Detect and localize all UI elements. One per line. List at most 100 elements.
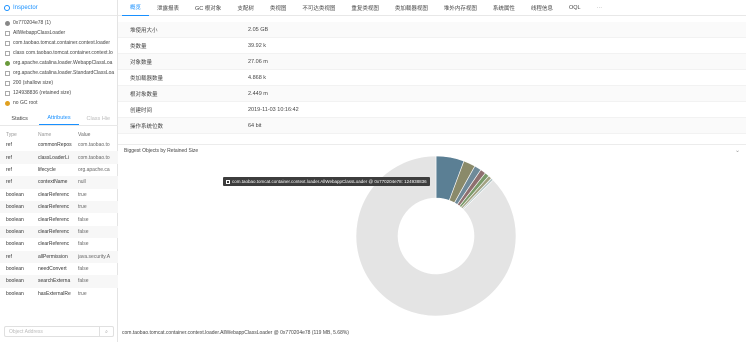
cell-type: boolean: [6, 204, 24, 211]
cell-type: boolean: [6, 216, 24, 223]
object-detail-row[interactable]: no GC root: [0, 98, 117, 108]
cell-value: org.apache.ca: [78, 166, 110, 173]
object-detail-row[interactable]: 0x770204e78 (1): [0, 18, 117, 28]
object-detail-row[interactable]: 200 (shallow size): [0, 78, 117, 88]
object-icon: [5, 20, 10, 26]
cell-value: false: [78, 216, 89, 223]
info-value: 39.92 k: [248, 42, 267, 49]
biggest-objects-title: Biggest Objects by Retained Size: [124, 147, 199, 154]
tab-5[interactable]: 不可达类视图: [294, 0, 343, 16]
info-row: 操作系统位数 64 bit: [118, 118, 746, 134]
info-key: 类加载器数量: [130, 75, 164, 82]
object-detail-label: AllWebappClassLoader: [13, 30, 66, 36]
info-row: 堆使用大小 2.05 GB: [118, 22, 746, 38]
cell-type: ref: [6, 179, 12, 186]
size-icon: [5, 90, 10, 96]
table-row[interactable]: boolean clearReferenc false: [0, 213, 118, 225]
table-row[interactable]: boolean clearReferenc false: [0, 225, 118, 239]
cell-type: boolean: [6, 266, 24, 273]
attributes-table-header: Type Name Value: [0, 130, 118, 139]
tab-6[interactable]: 重复类视图: [343, 0, 387, 16]
info-value: 64 bit: [248, 122, 262, 129]
table-row[interactable]: boolean searchExterna false: [0, 275, 118, 288]
inspector-title: Inspector: [13, 4, 38, 11]
info-value: 2019-11-03 10:16:42: [248, 106, 299, 113]
info-row: 类加载器数量 4.868 k: [118, 70, 746, 86]
object-detail-label: class com.taobao.tomcat.container.contex…: [13, 50, 113, 56]
info-key: 堆使用大小: [130, 27, 158, 34]
info-value: 2.449 m: [248, 90, 268, 97]
cell-type: boolean: [6, 290, 24, 297]
table-row[interactable]: boolean needConvert false: [0, 263, 118, 275]
overview-info-table: 堆使用大小 2.05 GB 类数量 39.92 k 对象数量 27.06 m 类加载器数量 4…: [118, 16, 746, 134]
object-detail-list: 0x770204e78 (1) AllWebappClassLoader com.t…: [0, 16, 117, 110]
chevron-down-icon[interactable]: ⌄: [735, 147, 740, 154]
class-icon: [5, 30, 10, 36]
attributes-table: Type Name Value ref commonRepos com.taobao…: [0, 130, 118, 300]
cell-type: boolean: [6, 278, 24, 285]
table-row[interactable]: boolean clearReferenc true: [0, 200, 118, 214]
tab-0[interactable]: 概览: [122, 0, 150, 16]
inspector-panel: Inspector 0x770204e78 (1) AllWebappClassL…: [0, 0, 118, 342]
subtab-class-hie[interactable]: Class Hie: [79, 112, 118, 125]
tab-2[interactable]: GC 根对象: [187, 0, 229, 16]
table-row[interactable]: ref commonRepos com.taobao.to: [0, 139, 118, 151]
cell-name: contextName: [38, 179, 68, 186]
subtab-attributes[interactable]: Attributes: [39, 112, 79, 125]
cell-type: boolean: [6, 241, 24, 248]
class-icon: [5, 50, 10, 56]
cell-name: allPermission: [38, 253, 68, 260]
object-detail-row[interactable]: 124938836 (retained size): [0, 88, 117, 98]
table-row[interactable]: ref classLoaderLi com.taobao.to: [0, 151, 118, 164]
table-row[interactable]: boolean clearReferenc true: [0, 189, 118, 201]
table-row[interactable]: ref lifecycle org.apache.ca: [0, 164, 118, 176]
cell-type: boolean: [6, 191, 24, 198]
cell-value: false: [78, 241, 89, 248]
cell-value: false: [78, 228, 89, 235]
info-key: 根对象数量: [130, 91, 158, 98]
info-key: 类数量: [130, 43, 147, 50]
col-type-header: Type: [6, 131, 17, 138]
tab-8[interactable]: 堆外内存视图: [436, 0, 485, 16]
object-detail-label: 200 (shallow size): [13, 80, 54, 86]
tab-1[interactable]: 泄露报表: [149, 0, 187, 16]
table-row[interactable]: boolean clearReferenc false: [0, 238, 118, 250]
cell-name: classLoaderLi: [38, 154, 69, 161]
class-icon: [5, 70, 10, 76]
object-detail-row[interactable]: org.apache.catalina.loader.StandardClass…: [0, 68, 117, 78]
table-row[interactable]: ref contextName null: [0, 176, 118, 189]
object-detail-row[interactable]: AllWebappClassLoader: [0, 28, 117, 38]
search-icon[interactable]: ⌕: [99, 327, 113, 336]
table-row[interactable]: ref allPermission java.security.A: [0, 250, 118, 263]
cell-name: clearReferenc: [38, 191, 70, 198]
classloader-icon: [5, 60, 10, 66]
cell-value: false: [78, 278, 89, 285]
info-key: 操作系统位数: [130, 123, 164, 130]
info-row: 对象数量 27.06 m: [118, 54, 746, 70]
object-detail-row[interactable]: org.apache.catalina.loader.WebappClassLo…: [0, 58, 117, 68]
tooltip-marker-icon: [226, 179, 230, 184]
info-value: 27.06 m: [248, 58, 268, 65]
tab-7[interactable]: 类加载器视图: [387, 0, 436, 16]
inspector-icon: [4, 4, 10, 11]
tab-11[interactable]: OQL: [561, 0, 589, 16]
info-row: 类数量 39.92 k: [118, 38, 746, 54]
tab-10[interactable]: 线程信息: [523, 0, 561, 16]
cell-name: searchExterna: [38, 278, 71, 285]
cell-name: commonRepos: [38, 142, 72, 149]
tab-4[interactable]: 类视图: [262, 0, 295, 16]
tab-3[interactable]: 支配树: [229, 0, 262, 16]
cell-type: ref: [6, 253, 12, 260]
object-detail-row[interactable]: com.taobao.tomcat.container.context.load…: [0, 38, 117, 48]
object-detail-row[interactable]: class com.taobao.tomcat.container.contex…: [0, 48, 117, 58]
tab-9[interactable]: 系统属性: [485, 0, 523, 16]
object-address-input[interactable]: Object Address ⌕: [4, 326, 114, 337]
more-tabs-button[interactable]: ···: [589, 0, 611, 16]
biggest-objects-header[interactable]: Biggest Objects by Retained Size ⌄: [118, 144, 746, 156]
subtab-statics[interactable]: Statics: [0, 112, 39, 125]
cell-type: ref: [6, 166, 12, 173]
table-row[interactable]: boolean hasExternalRe true: [0, 288, 118, 300]
info-value: 4.868 k: [248, 74, 267, 81]
inspector-header: Inspector: [0, 0, 117, 16]
cell-value: null: [78, 179, 86, 186]
